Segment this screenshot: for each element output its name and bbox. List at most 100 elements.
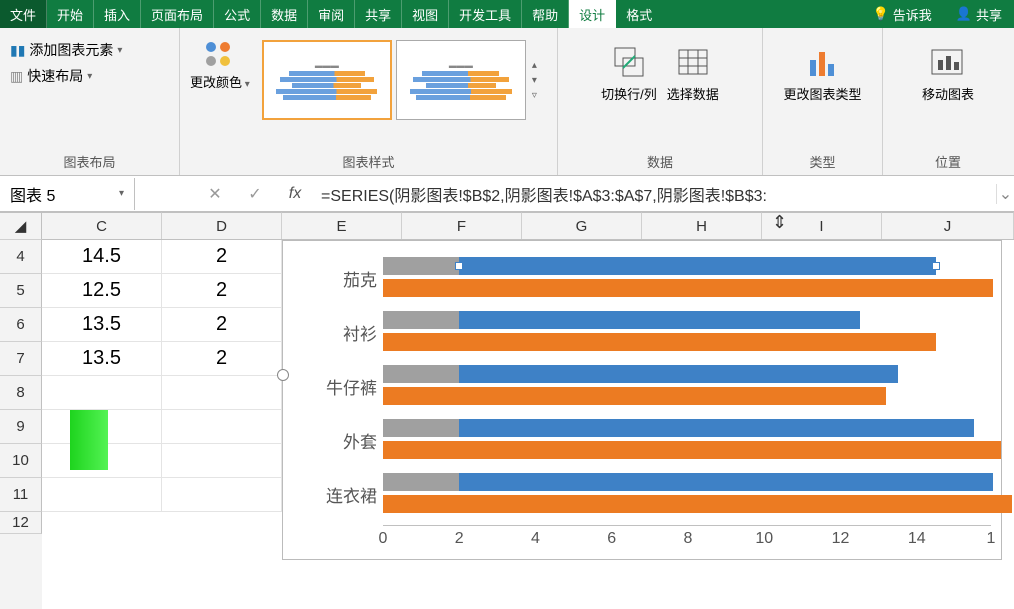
add-chart-element-button[interactable]: ▮▮ 添加图表元素 ▾ [10,40,122,60]
row-header[interactable]: 5 [0,274,42,308]
cell[interactable]: 12.5 [42,274,162,308]
cell[interactable]: 2 [162,240,282,274]
bar-orange[interactable] [383,441,1001,459]
row-header[interactable]: 9 [0,410,42,444]
bar-gray[interactable] [383,311,459,329]
col-header[interactable]: F [402,212,522,239]
change-colors-button[interactable]: 更改颜色 ▾ [190,36,250,91]
cell[interactable]: 2 [162,274,282,308]
formula-expand[interactable]: ⌄ [996,184,1014,204]
col-header[interactable]: J [882,212,1014,239]
bar-orange[interactable] [383,387,886,405]
col-header[interactable]: G [522,212,642,239]
series-handle[interactable] [932,262,940,270]
series-handle[interactable] [455,262,463,270]
bar-blue[interactable] [459,365,897,383]
change-chart-type-button[interactable]: 更改图表类型 [783,36,861,103]
select-data-icon [673,42,713,82]
chevron-down-icon: ▾ [117,45,122,56]
cell[interactable]: 13.5 [42,308,162,342]
row-header[interactable]: 6 [0,308,42,342]
bar-gray[interactable] [383,473,459,491]
chart-style-thumb-2[interactable]: ▬▬▬ [396,40,526,120]
group-styles-label: 图表样式 [180,150,557,175]
cell[interactable] [162,444,282,478]
tab-file[interactable]: 文件 [0,0,47,28]
tab-dev[interactable]: 开发工具 [449,0,522,28]
change-type-label: 更改图表类型 [783,84,861,103]
tab-design[interactable]: 设计 [569,0,616,28]
change-colors-label: 更改颜色 [190,75,242,90]
tab-share[interactable]: 共享 [355,0,402,28]
quick-layout-button[interactable]: ▥ 快速布局 ▾ [10,66,122,86]
row-header[interactable]: 7 [0,342,42,376]
ribbon: ▮▮ 添加图表元素 ▾ ▥ 快速布局 ▾ 图表布局 [0,28,1014,176]
fx-button[interactable]: fx [275,185,315,203]
bar-gray[interactable] [383,257,459,275]
cancel-formula-button[interactable]: ✕ [195,184,235,204]
tab-insert[interactable]: 插入 [94,0,141,28]
col-header[interactable]: E [282,212,402,239]
bar-gray[interactable] [383,419,459,437]
move-chart-label: 移动图表 [922,84,974,103]
row-header[interactable]: 12 [0,512,42,534]
x-tick: 2 [455,530,464,548]
bar-blue[interactable] [459,473,993,491]
col-header[interactable]: H [642,212,762,239]
tab-format[interactable]: 格式 [616,0,662,28]
chart-style-thumb-1[interactable]: ▬▬▬ [262,40,392,120]
chevron-down-icon: ▾ [87,71,92,82]
cell[interactable]: 13.5 [42,342,162,376]
tab-pagelayout[interactable]: 页面布局 [141,0,214,28]
embedded-chart[interactable]: 茄克衬衫牛仔裤外套连衣裙 024681012141 [282,240,1002,560]
bar-blue[interactable] [459,257,936,275]
bar-orange[interactable] [383,333,936,351]
chevron-down-icon[interactable]: ▾ [119,188,124,199]
x-tick: 4 [531,530,540,548]
select-data-button[interactable]: 选择数据 [667,36,719,103]
tab-help[interactable]: 帮助 [522,0,569,28]
plot-area[interactable]: 茄克衬衫牛仔裤外套连衣裙 [383,251,991,519]
cell[interactable]: 2 [162,342,282,376]
style-scroll-up[interactable]: ▴ [532,60,537,71]
bar-blue[interactable] [459,311,859,329]
row-header[interactable]: 4 [0,240,42,274]
switch-row-col-button[interactable]: 切换行/列 [601,36,657,103]
add-chart-element-label: 添加图表元素 [29,40,113,60]
accept-formula-button[interactable]: ✓ [235,184,275,204]
cell[interactable] [162,478,282,512]
cell[interactable] [162,410,282,444]
bar-blue[interactable] [459,419,974,437]
tab-data[interactable]: 数据 [261,0,308,28]
tab-formulas[interactable]: 公式 [214,0,261,28]
move-chart-button[interactable]: 移动图表 [922,36,974,103]
grid-body[interactable]: 14.52 12.52 13.52 13.52 茄克衬衫牛仔裤外套连衣裙 024… [42,240,1014,609]
bar-orange[interactable] [383,495,1012,513]
share-button[interactable]: 👤 共享 [944,0,1014,28]
tab-review[interactable]: 审阅 [308,0,355,28]
formula-input[interactable]: =SERIES(阴影图表!$B$2,阴影图表!$A$3:$A$7,阴影图表!$B… [315,182,996,206]
cell[interactable] [42,478,162,512]
col-header[interactable]: D [162,212,282,239]
chart-type-icon [802,42,842,82]
cell[interactable]: 14.5 [42,240,162,274]
cell[interactable] [162,376,282,410]
style-gallery-expand[interactable]: ▿ [532,90,537,101]
row-header[interactable]: 8 [0,376,42,410]
bar-gray[interactable] [383,365,459,383]
select-all-corner[interactable]: ◢ [0,212,42,240]
tab-view[interactable]: 视图 [402,0,449,28]
cell[interactable]: 2 [162,308,282,342]
bar-orange[interactable] [383,279,993,297]
green-fill-block [70,410,108,470]
style-scroll-down[interactable]: ▾ [532,75,537,86]
col-header[interactable]: C [42,212,162,239]
col-header[interactable]: I [762,212,882,239]
cell[interactable] [42,376,162,410]
tab-home[interactable]: 开始 [47,0,94,28]
row-header[interactable]: 10 [0,444,42,478]
row-header[interactable]: 11 [0,478,42,512]
chart-handle[interactable] [277,369,289,381]
tell-me[interactable]: 💡 告诉我 [861,0,944,28]
name-box[interactable]: 图表 5 ▾ [0,178,135,210]
